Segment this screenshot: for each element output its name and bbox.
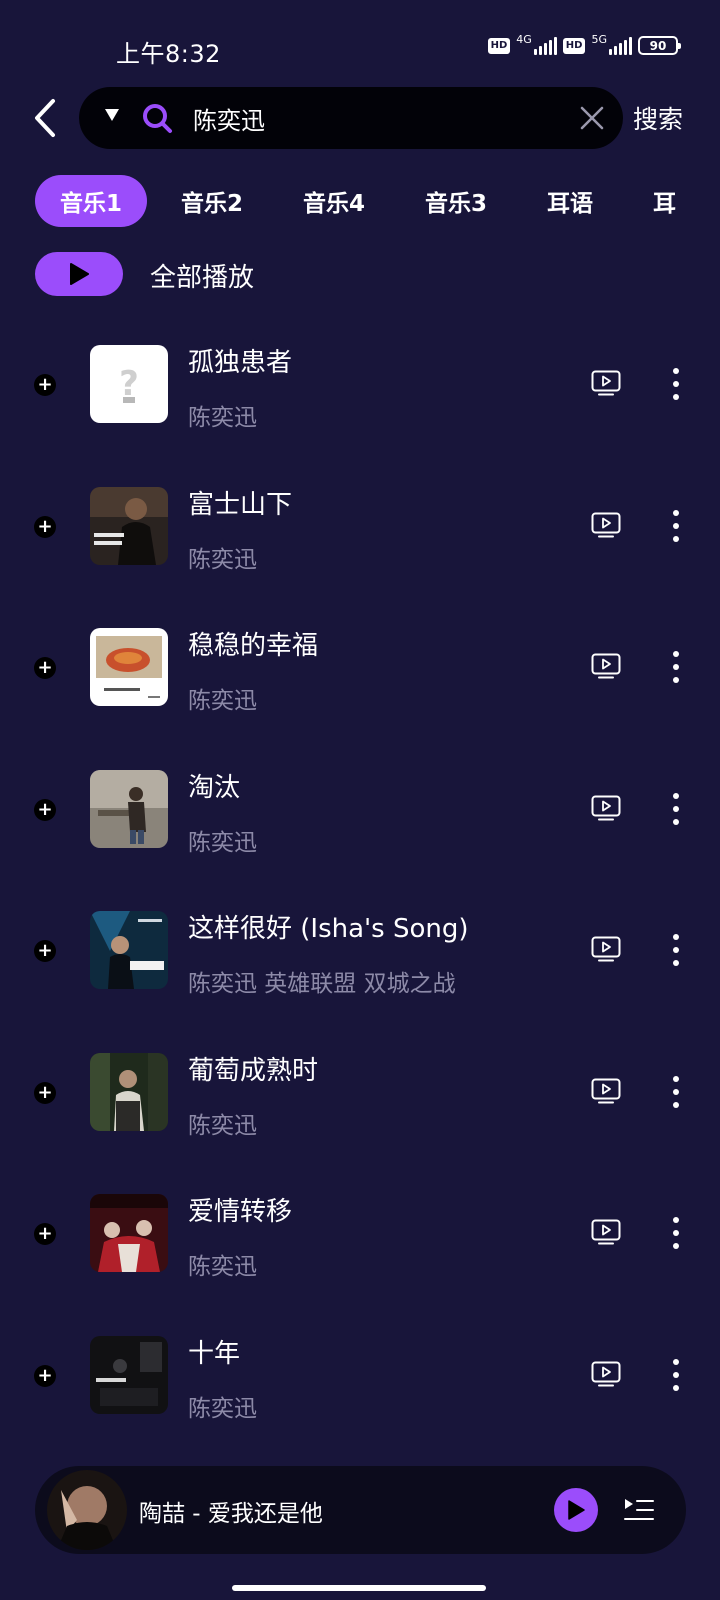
tab-music2[interactable]: 音乐2 [155,175,269,227]
album-cover: ? [90,345,168,423]
album-cover [90,1194,168,1272]
search-box [79,87,623,149]
more-icon[interactable] [664,791,688,827]
add-icon[interactable]: + [34,1081,56,1104]
tab-whisper[interactable]: 耳语 [521,175,619,227]
status-bar: 上午8:32 HD 4G HD 5G 90 [0,0,720,80]
add-icon[interactable]: + [34,798,56,821]
song-title: 葡萄成熟时 [188,1055,319,1086]
add-icon[interactable]: + [34,940,56,962]
battery-icon: 90 [638,36,681,55]
music-video-icon[interactable] [591,653,621,679]
song-artist: 陈奕迅 [188,405,257,431]
tab-music1[interactable]: 音乐1 [35,175,147,227]
play-all-button[interactable] [35,252,123,296]
album-cover [90,628,168,706]
playlist-queue-icon[interactable] [624,1497,654,1523]
more-icon[interactable] [664,366,688,402]
play-all-label[interactable]: 全部播放 [150,257,254,294]
hd-badge: HD [487,37,511,54]
now-playing-title[interactable]: 陶喆 - 爱我还是他 [139,1494,323,1528]
song-title: 这样很好 (Isha's Song) [188,914,469,944]
play-pause-button[interactable] [554,1488,598,1532]
add-icon[interactable]: + [34,1223,56,1245]
song-artist: 陈奕迅 [188,829,257,856]
song-row[interactable]: + 富士山下 陈奕迅 [0,472,720,614]
album-cover [90,486,168,565]
music-video-icon[interactable] [591,512,621,538]
album-cover [90,1052,168,1131]
song-row[interactable]: + 爱情转移 陈奕迅 [0,1179,720,1321]
song-row[interactable]: + 十年 陈奕迅 [0,1321,720,1463]
music-video-icon[interactable] [591,936,621,962]
song-row[interactable]: + 这样很好 (Isha's Song) 陈奕迅 英雄联盟 双城之战 [0,896,720,1038]
signal-icon [533,36,557,55]
back-button[interactable] [28,96,62,140]
close-icon[interactable] [579,105,605,131]
more-icon[interactable] [664,932,688,968]
more-icon[interactable] [664,1074,688,1110]
song-artist: 陈奕迅 [188,1112,257,1139]
search-input[interactable] [193,97,553,139]
network-type-label: 5G [591,33,607,46]
song-title: 淘汰 [188,772,241,803]
dropdown-arrow-icon[interactable] [105,109,119,121]
song-row[interactable]: + 淘汰 陈奕迅 [0,755,720,897]
song-artist: 陈奕迅 [188,688,257,714]
song-list: + ? 孤独患者 陈奕迅 + 富士山下 陈奕迅 + 稳稳的幸福 陈奕迅 + 淘汰… [0,330,720,1462]
song-title: 稳稳的幸福 [188,631,319,661]
more-icon[interactable] [664,1215,688,1251]
music-video-icon[interactable] [591,370,621,396]
album-cover [90,1335,168,1414]
home-indicator[interactable] [232,1585,486,1591]
network-type-label: 4G [516,33,532,46]
mini-player[interactable]: 陶喆 - 爱我还是他 [35,1466,686,1554]
status-icons: HD 4G HD 5G 90 [487,33,681,55]
more-icon[interactable] [664,649,688,685]
hd-badge: HD [562,37,586,54]
album-cover [90,769,168,848]
signal-icon [609,36,632,55]
music-video-icon[interactable] [591,1219,621,1245]
more-icon[interactable] [664,1357,688,1393]
song-artist: 陈奕迅 [188,546,257,573]
music-video-icon[interactable] [591,1078,621,1104]
music-video-icon[interactable] [591,1361,621,1387]
song-row[interactable]: + 稳稳的幸福 陈奕迅 [0,613,720,755]
tab-music3[interactable]: 音乐3 [399,175,513,227]
song-title: 孤独患者 [188,348,293,378]
song-artist: 陈奕迅 [188,1395,257,1422]
play-icon [70,263,89,285]
status-time: 上午8:32 [116,40,221,68]
add-icon[interactable]: + [34,1364,56,1387]
tab-partial[interactable]: 耳 [627,175,702,227]
album-cover [90,911,168,989]
add-icon[interactable]: + [34,374,56,396]
music-video-icon[interactable] [591,795,621,821]
more-icon[interactable] [664,508,688,544]
song-title: 十年 [188,1338,241,1369]
tab-music4[interactable]: 音乐4 [277,175,391,227]
add-icon[interactable]: + [34,657,56,679]
song-title: 富士山下 [188,489,293,520]
song-row[interactable]: + ? 孤独患者 陈奕迅 [0,330,720,472]
now-playing-cover[interactable] [47,1470,127,1550]
song-artist: 陈奕迅 英雄联盟 双城之战 [188,971,456,997]
play-icon [568,1500,585,1520]
song-title: 爱情转移 [188,1197,293,1227]
search-icon [143,104,172,133]
source-tabs: 音乐1 音乐2 音乐4 音乐3 耳语 耳 [35,175,702,227]
song-row[interactable]: + 葡萄成熟时 陈奕迅 [0,1038,720,1180]
search-button[interactable]: 搜索 [633,100,683,136]
add-icon[interactable]: + [34,515,56,538]
battery-level: 90 [649,38,667,53]
song-artist: 陈奕迅 [188,1254,257,1280]
chevron-left-icon [35,99,55,137]
